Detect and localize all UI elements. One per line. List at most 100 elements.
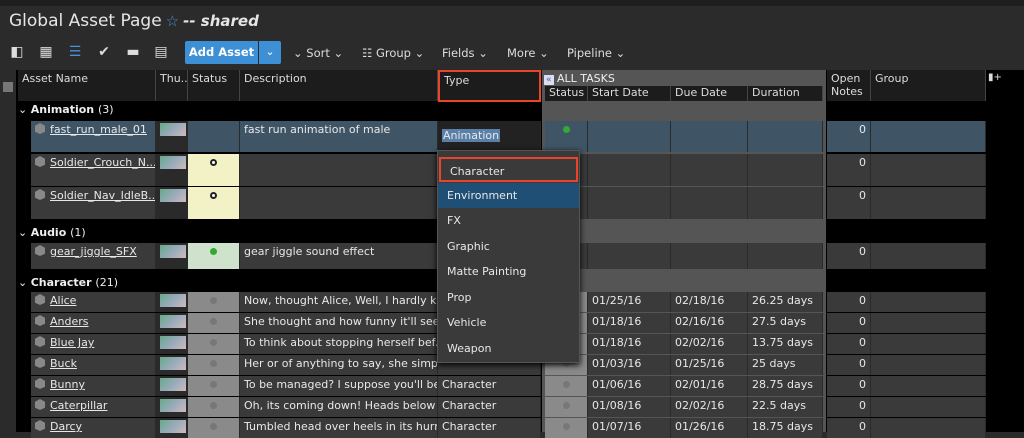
status-icon[interactable] xyxy=(210,423,217,430)
status-icon[interactable] xyxy=(210,297,217,304)
asset-name-link[interactable]: Alice xyxy=(50,294,76,307)
header-task-status[interactable]: Status xyxy=(545,86,588,101)
thumbnail-image[interactable] xyxy=(160,156,186,169)
table-row[interactable]: Caterpillar Oh, its coming down! Heads be… xyxy=(31,397,986,417)
select-all-checkbox[interactable] xyxy=(3,82,13,92)
cell-name[interactable]: gear_jiggle_SFX xyxy=(31,243,156,269)
more-menu[interactable]: More ⌄ xyxy=(507,42,549,64)
add-asset-button[interactable]: Add Asset xyxy=(185,41,258,64)
cell-name[interactable]: Soldier_Nav_IdleB... xyxy=(31,187,156,219)
dropdown-option-matte-painting[interactable]: Matte Painting xyxy=(438,259,579,284)
status-icon[interactable] xyxy=(210,381,217,388)
asset-name-link[interactable]: Darcy xyxy=(50,420,82,433)
cell-type[interactable]: Character xyxy=(438,397,541,417)
cell-name[interactable]: Alice xyxy=(31,292,156,312)
dropdown-option-graphic[interactable]: Graphic xyxy=(438,234,579,259)
thumbnail-image[interactable] xyxy=(160,357,186,370)
cell-name[interactable]: Anders xyxy=(31,313,156,333)
status-icon[interactable] xyxy=(210,402,217,409)
thumbnail-image[interactable] xyxy=(160,399,186,412)
group-header[interactable]: ⌄ Character (21) xyxy=(18,276,118,292)
thumbnail-image[interactable] xyxy=(160,420,186,433)
thumbnail-view-icon[interactable]: ▦ xyxy=(38,44,54,60)
thumbnail-image[interactable] xyxy=(160,336,186,349)
chevron-down-icon[interactable]: ⌄ xyxy=(18,276,31,289)
task-status-icon[interactable] xyxy=(562,402,570,409)
dropdown-option-weapon[interactable]: Weapon xyxy=(438,336,579,361)
thumbnail-image[interactable] xyxy=(160,123,186,136)
cell-name[interactable]: Soldier_Crouch_N... xyxy=(31,154,156,186)
asset-name-link[interactable]: gear_jiggle_SFX xyxy=(50,245,137,258)
header-description[interactable]: Description xyxy=(240,70,438,101)
cell-name[interactable]: Caterpillar xyxy=(31,397,156,417)
calendar-view-icon[interactable]: ▤ xyxy=(153,44,169,60)
asset-name-link[interactable]: Buck xyxy=(50,357,77,370)
dropdown-option-vehicle[interactable]: Vehicle xyxy=(438,310,579,335)
asset-name-link[interactable]: Soldier_Nav_IdleB... xyxy=(50,189,155,202)
asset-name-link[interactable]: Anders xyxy=(50,315,89,328)
type-editor-value[interactable]: Animation xyxy=(442,129,501,142)
asset-name-link[interactable]: Soldier_Crouch_N... xyxy=(50,156,155,169)
dropdown-option-fx[interactable]: FX xyxy=(438,208,579,233)
asset-name-link[interactable]: fast_run_male_01 xyxy=(50,123,147,136)
collapse-tasks-icon[interactable]: « xyxy=(544,75,554,85)
status-icon[interactable] xyxy=(210,192,217,199)
table-row[interactable]: Bunny To be managed? I suppose you'll be.… xyxy=(31,376,986,396)
thumbnail-image[interactable] xyxy=(160,294,186,307)
check-view-icon[interactable]: ✔ xyxy=(96,44,112,60)
header-status[interactable]: Status xyxy=(188,70,240,101)
header-asset-name[interactable]: Asset Name xyxy=(18,70,156,101)
dropdown-option-environment[interactable]: Environment xyxy=(438,182,579,208)
group-header[interactable]: ⌄ Animation (3) xyxy=(18,103,114,119)
fields-menu[interactable]: Fields ⌄ xyxy=(442,42,488,64)
table-row[interactable]: Darcy Tumbled head over heels in its hurr… xyxy=(31,418,986,438)
dropdown-option-prop[interactable]: Prop xyxy=(438,285,579,310)
status-icon[interactable] xyxy=(210,318,217,325)
add-asset-dropdown-button[interactable]: ⌄ xyxy=(259,41,281,64)
chevron-down-icon[interactable]: ⌄ xyxy=(18,103,31,116)
cell-name[interactable]: Darcy xyxy=(31,418,156,438)
task-status-icon[interactable] xyxy=(562,423,570,430)
cell-name[interactable]: fast_run_male_01 xyxy=(31,121,156,152)
task-status-icon[interactable] xyxy=(562,126,570,133)
cell-name[interactable]: Bunny xyxy=(31,376,156,396)
thumbnail-image[interactable] xyxy=(160,378,186,391)
dropdown-option-character[interactable]: Character xyxy=(439,157,578,182)
task-status-icon[interactable] xyxy=(562,381,570,388)
cell-type[interactable]: Animation xyxy=(438,121,541,152)
asset-name-link[interactable]: Caterpillar xyxy=(50,399,107,412)
cell-thumb xyxy=(156,313,188,333)
header-due-date[interactable]: Due Date xyxy=(671,86,748,101)
asset-name-link[interactable]: Blue Jay xyxy=(50,336,94,349)
header-duration[interactable]: Duration xyxy=(748,86,823,101)
add-column-icon[interactable]: ▮+ xyxy=(988,72,1002,86)
header-start-date[interactable]: Start Date xyxy=(588,86,671,101)
cell-type[interactable]: Character xyxy=(438,418,541,438)
cell-name[interactable]: Buck xyxy=(31,355,156,375)
status-icon[interactable] xyxy=(210,360,217,367)
status-icon[interactable] xyxy=(210,248,217,255)
header-group[interactable]: Group xyxy=(871,70,986,101)
detail-view-icon[interactable]: ◧ xyxy=(9,44,25,60)
thumbnail-image[interactable] xyxy=(160,189,186,202)
chevron-down-icon[interactable]: ⌄ xyxy=(18,226,31,239)
cell-name[interactable]: Blue Jay xyxy=(31,334,156,354)
list-view-icon[interactable]: ☰ xyxy=(67,44,83,60)
group-header[interactable]: ⌄ Audio (1) xyxy=(18,226,86,242)
thumbnail-image[interactable] xyxy=(160,315,186,328)
table-row[interactable]: fast_run_male_01 fast run animation of ma… xyxy=(31,121,986,152)
status-icon[interactable] xyxy=(210,159,217,166)
asset-name-link[interactable]: Bunny xyxy=(50,378,85,391)
group-menu[interactable]: ☷ Group ⌄ xyxy=(362,42,424,64)
header-type[interactable]: Type xyxy=(438,70,541,102)
pipeline-menu[interactable]: Pipeline ⌄ xyxy=(567,42,625,64)
sort-menu[interactable]: ⌄ Sort ⌄ xyxy=(293,42,343,64)
header-open-notes[interactable]: Open Notes xyxy=(827,70,871,101)
header-thumbnail[interactable]: Thu... xyxy=(156,70,188,101)
status-icon[interactable] xyxy=(210,339,217,346)
cell-type[interactable]: Character xyxy=(438,376,541,396)
status-icon[interactable] xyxy=(210,126,217,133)
star-icon[interactable]: ☆ xyxy=(166,12,179,30)
row-view-icon[interactable]: ▬ xyxy=(125,44,141,60)
thumbnail-image[interactable] xyxy=(160,245,186,258)
